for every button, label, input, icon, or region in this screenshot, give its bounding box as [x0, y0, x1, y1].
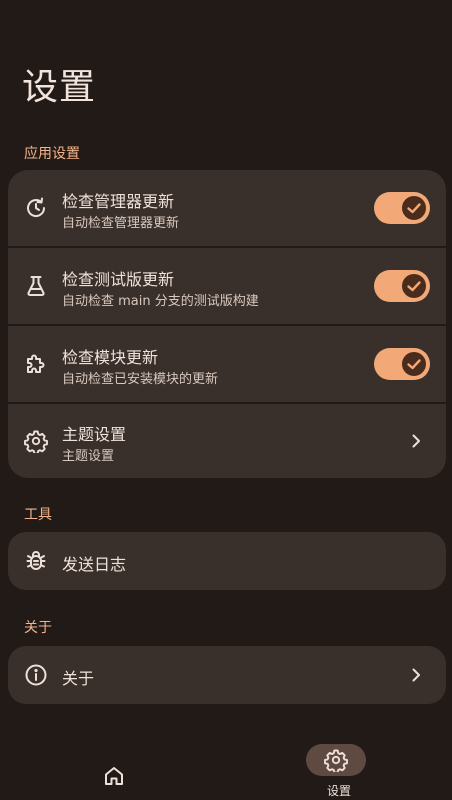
flask-icon	[24, 274, 48, 298]
check-beta-updates-toggle[interactable]	[374, 270, 430, 302]
settings-item-check-manager-updates[interactable]: 检查管理器更新 自动检查管理器更新	[8, 170, 446, 246]
update-icon	[24, 196, 48, 220]
check-manager-updates-toggle[interactable]	[374, 192, 430, 224]
check-icon	[407, 203, 421, 214]
page-title: 设置	[22, 67, 97, 108]
nav-home-indicator	[84, 760, 144, 792]
settings-item-subtitle: 自动检查已安装模块的更新	[62, 372, 219, 387]
settings-item-subtitle: 主题设置	[62, 449, 115, 464]
settings-item-theme[interactable]: 主题设置 主题设置	[8, 404, 446, 478]
app-settings-card: 检查管理器更新 自动检查管理器更新 检查测试版更新 自动检查 main 分支的测…	[8, 170, 446, 478]
settings-item-subtitle: 自动检查管理器更新	[62, 216, 180, 231]
settings-item-title: 发送日志	[62, 555, 127, 574]
bottom-navigation: 设置	[0, 734, 452, 800]
settings-item-check-beta-updates[interactable]: 检查测试版更新 自动检查 main 分支的测试版构建	[8, 248, 446, 324]
settings-item-title: 检查模块更新	[62, 348, 159, 367]
settings-item-title: 主题设置	[62, 425, 127, 444]
toggle-thumb	[402, 196, 426, 220]
gear-icon	[24, 429, 48, 453]
info-icon	[24, 663, 48, 687]
toggle-thumb	[402, 274, 426, 298]
section-header-app: 应用设置	[24, 146, 80, 162]
settings-item-check-module-updates[interactable]: 检查模块更新 自动检查已安装模块的更新	[8, 326, 446, 402]
settings-item-subtitle: 自动检查 main 分支的测试版构建	[62, 294, 259, 309]
nav-item-settings[interactable]: 设置	[226, 734, 452, 800]
extension-icon	[24, 352, 48, 376]
check-icon	[407, 359, 421, 370]
chevron-right-icon	[408, 433, 424, 449]
section-header-about: 关于	[24, 620, 52, 636]
section-header-tools: 工具	[24, 507, 52, 523]
about-card: 关于	[8, 646, 446, 704]
nav-settings-indicator	[306, 744, 366, 776]
toggle-thumb	[402, 352, 426, 376]
settings-item-title: 检查管理器更新	[62, 192, 175, 211]
nav-item-home[interactable]	[4, 734, 230, 800]
gear-icon	[324, 749, 348, 772]
settings-item-about[interactable]: 关于	[8, 646, 446, 704]
check-icon	[407, 281, 421, 292]
settings-item-title: 检查测试版更新	[62, 270, 175, 289]
chevron-right-icon	[408, 667, 424, 683]
settings-item-title: 关于	[62, 669, 95, 688]
nav-label-settings: 设置	[326, 784, 351, 798]
bug-icon	[24, 549, 48, 573]
check-module-updates-toggle[interactable]	[374, 348, 430, 380]
settings-item-send-log[interactable]: 发送日志	[8, 532, 446, 590]
home-icon	[105, 767, 123, 785]
tools-card: 发送日志	[8, 532, 446, 590]
